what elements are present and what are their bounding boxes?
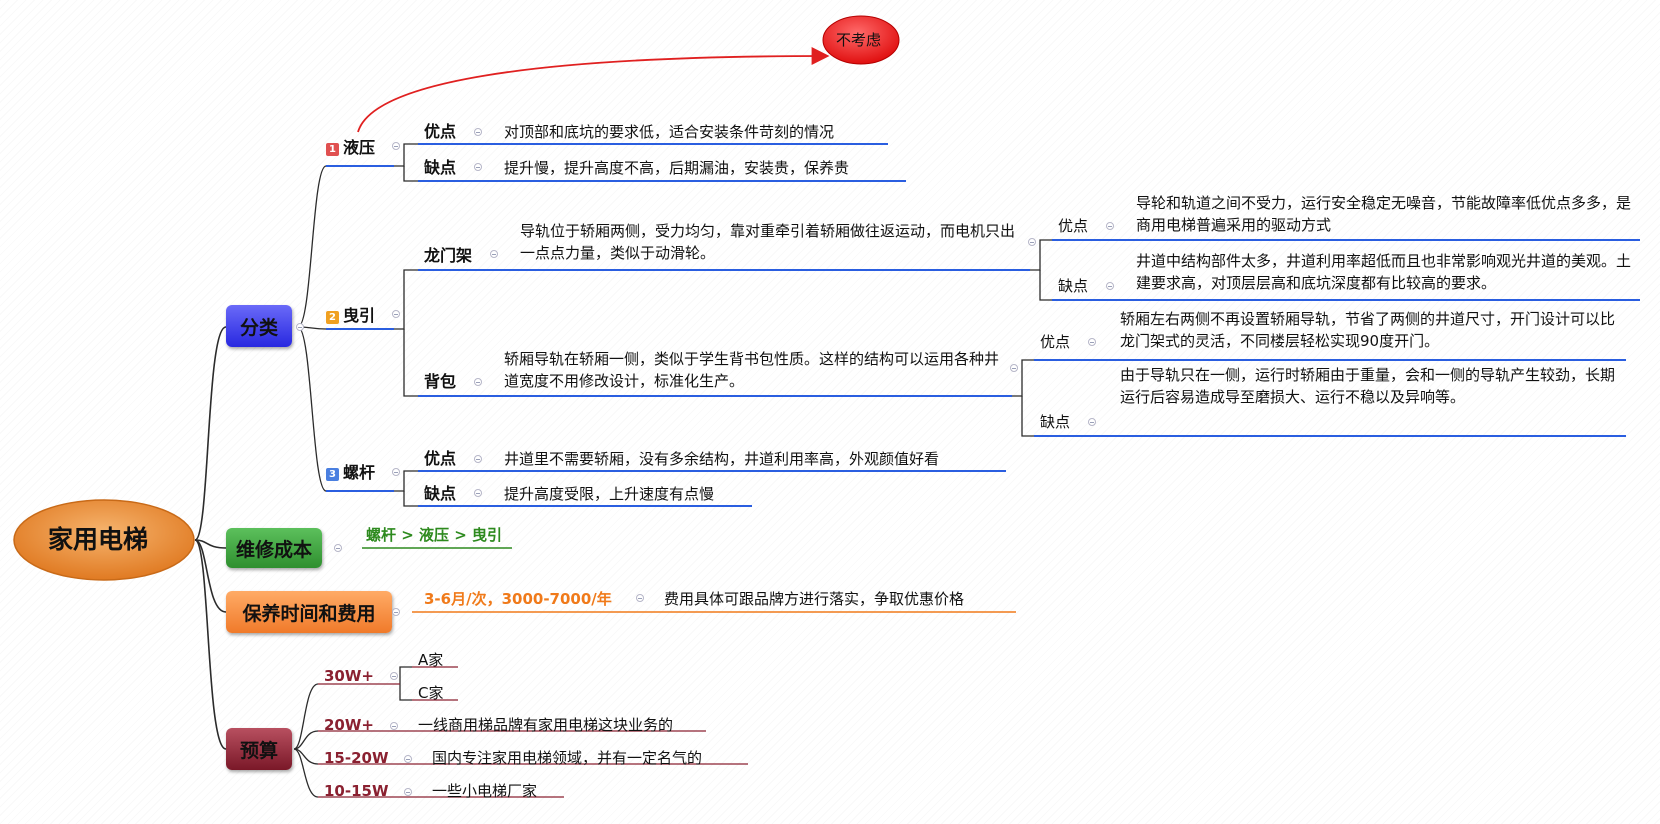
topic-screw-label: 螺杆 (343, 463, 376, 482)
collapse-toggle-maintenance-value[interactable] (636, 594, 644, 602)
budget-15-20w-text[interactable]: 国内专注家用电梯领域，并有一定名气的 (432, 748, 702, 768)
branch-maintenance-label: 保养时间和费用 (242, 602, 376, 625)
collapse-toggle-repair[interactable] (334, 544, 342, 552)
collapse-toggle-maintenance[interactable] (392, 608, 400, 616)
collapse-toggle-budget-15-20w[interactable] (404, 755, 412, 763)
maintenance-value[interactable]: 3-6月/次，3000-7000/年 (424, 589, 612, 609)
backpack-pros-text[interactable]: 轿厢左右两侧不再设置轿厢导轨，节省了两侧的井道尺寸，开门设计可以比龙门架式的灵活… (1120, 308, 1620, 352)
callout-not-considered[interactable]: 不考虑 (836, 30, 881, 50)
budget-15-20w[interactable]: 15-20W (324, 748, 389, 768)
branch-budget-label: 预算 (239, 739, 278, 762)
screw-cons-text[interactable]: 提升高度受限，上升速度有点慢 (504, 484, 714, 504)
backpack-desc[interactable]: 轿厢导轨在轿厢一侧，类似于学生背书包性质。这样的结构可以运用各种井道宽度不用修改… (504, 348, 1004, 392)
collapse-toggle-hydraulic-cons[interactable] (474, 163, 482, 171)
topic-traction-label: 曳引 (343, 306, 376, 325)
collapse-toggle-gantry-detail[interactable] (1028, 238, 1036, 246)
budget-20w-text[interactable]: 一线商用梯品牌有家用电梯这块业务的 (418, 715, 673, 735)
hydraulic-cons-text[interactable]: 提升慢，提升高度不高，后期漏油，安装贵，保养贵 (504, 158, 849, 178)
collapse-toggle-hydraulic-pros[interactable] (474, 128, 482, 136)
branch-classification[interactable]: 分类 (226, 305, 292, 347)
collapse-toggle-screw[interactable] (392, 468, 400, 476)
priority-3-icon: 3 (326, 468, 339, 481)
topic-screw[interactable]: 3 螺杆 (326, 463, 375, 483)
collapse-toggle-traction[interactable] (392, 310, 400, 318)
backpack-label[interactable]: 背包 (424, 372, 456, 392)
gantry-cons-text[interactable]: 井道中结构部件太多，井道利用率超低而且也非常影响观光井道的美观。土建要求高，对顶… (1136, 250, 1640, 294)
screw-pros-text[interactable]: 井道里不需要轿厢，没有多余结构，井道利用率高，外观颜值好看 (504, 449, 939, 469)
hydraulic-cons-label[interactable]: 缺点 (424, 158, 456, 178)
collapse-toggle-classification[interactable] (296, 323, 304, 331)
repair-cost-ranking[interactable]: 螺杆 > 液压 > 曳引 (366, 525, 502, 545)
branch-classification-label: 分类 (239, 316, 278, 339)
mind-map-canvas: 家用电梯 不考虑 分类 维修成本 保养时间和费用 预算 1 液压 2 曳引 3 螺杆 … (0, 0, 1660, 824)
collapse-toggle-budget-30w[interactable] (390, 672, 398, 680)
collapse-toggle-budget-10-15w[interactable] (404, 788, 412, 796)
collapse-toggle-screw-pros[interactable] (474, 455, 482, 463)
branch-maintenance[interactable]: 保养时间和费用 (226, 591, 392, 633)
gantry-desc[interactable]: 导轨位于轿厢两侧，受力均匀，靠对重牵引着轿厢做往返运动，而电机只出一点点力量，类… (520, 220, 1020, 264)
topic-traction[interactable]: 2 曳引 (326, 306, 375, 326)
budget-30w-c[interactable]: C家 (418, 683, 443, 703)
collapse-toggle-gantry-cons[interactable] (1106, 282, 1114, 290)
budget-10-15w-text[interactable]: 一些小电梯厂家 (432, 781, 537, 801)
collapse-toggle-backpack-detail[interactable] (1010, 364, 1018, 372)
gantry-cons-label[interactable]: 缺点 (1058, 276, 1088, 296)
collapse-toggle-backpack[interactable] (474, 378, 482, 386)
hydraulic-pros-text[interactable]: 对顶部和底坑的要求低，适合安装条件苛刻的情况 (504, 122, 834, 142)
screw-cons-label[interactable]: 缺点 (424, 484, 456, 504)
collapse-toggle-gantry-pros[interactable] (1106, 222, 1114, 230)
budget-10-15w[interactable]: 10-15W (324, 781, 389, 801)
root-topic[interactable]: 家用电梯 (48, 524, 148, 556)
backpack-cons-label[interactable]: 缺点 (1040, 412, 1070, 432)
collapse-toggle-backpack-pros[interactable] (1088, 338, 1096, 346)
priority-2-icon: 2 (326, 311, 339, 324)
gantry-pros-label[interactable]: 优点 (1058, 216, 1088, 236)
gantry-label[interactable]: 龙门架 (424, 246, 472, 266)
topic-hydraulic[interactable]: 1 液压 (326, 138, 375, 158)
collapse-toggle-screw-cons[interactable] (474, 489, 482, 497)
maintenance-note[interactable]: 费用具体可跟品牌方进行落实，争取优惠价格 (664, 589, 964, 609)
budget-30w-a[interactable]: A家 (418, 650, 443, 670)
collapse-toggle-hydraulic[interactable] (392, 142, 400, 150)
priority-1-icon: 1 (326, 143, 339, 156)
collapse-toggle-gantry[interactable] (490, 250, 498, 258)
screw-pros-label[interactable]: 优点 (424, 449, 456, 469)
hydraulic-pros-label[interactable]: 优点 (424, 122, 456, 142)
budget-20w[interactable]: 20W+ (324, 715, 374, 735)
backpack-cons-text[interactable]: 由于导轨只在一侧，运行时轿厢由于重量，会和一侧的导轨产生较劲，长期运行后容易造成… (1120, 364, 1620, 408)
branch-repair-cost[interactable]: 维修成本 (226, 528, 322, 568)
topic-hydraulic-label: 液压 (343, 138, 376, 157)
collapse-toggle-budget-20w[interactable] (390, 722, 398, 730)
collapse-toggle-backpack-cons[interactable] (1088, 418, 1096, 426)
branch-budget[interactable]: 预算 (226, 728, 292, 770)
budget-30w[interactable]: 30W+ (324, 666, 374, 686)
backpack-pros-label[interactable]: 优点 (1040, 332, 1070, 352)
callout-arrow (357, 47, 830, 133)
gantry-pros-text[interactable]: 导轮和轨道之间不受力，运行安全稳定无噪音，节能故障率低优点多多，是商用电梯普遍采… (1136, 192, 1640, 236)
branch-repair-cost-label: 维修成本 (235, 538, 312, 561)
